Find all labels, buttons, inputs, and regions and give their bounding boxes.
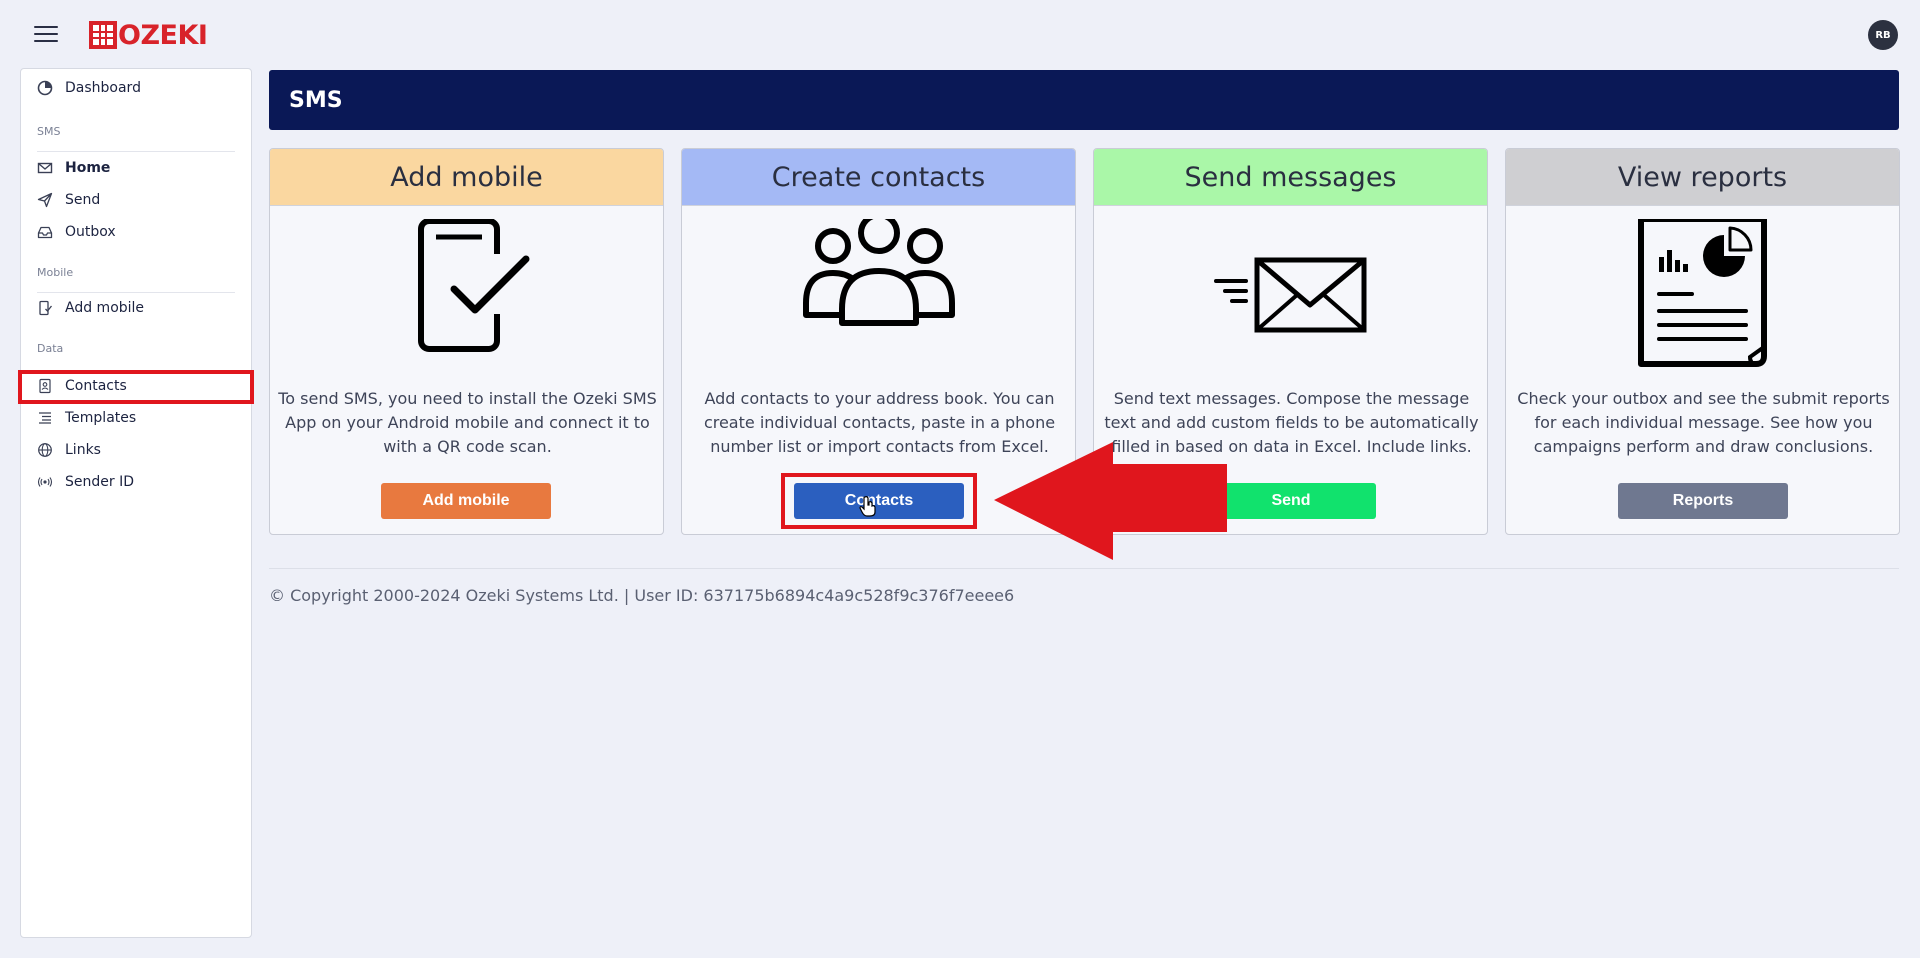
divider: [37, 151, 235, 152]
sidebar-item-label: Send: [65, 192, 101, 208]
red-arrow-annotation: [994, 442, 1227, 560]
dashboard-icon: [37, 80, 53, 96]
user-avatar[interactable]: RB: [1868, 20, 1898, 50]
phone-check-icon: [39, 300, 53, 316]
section-title-sms: SMS: [37, 125, 61, 138]
card-add-mobile: Add mobile To send SMS, you need to inst…: [269, 148, 664, 535]
envelope-icon: [37, 162, 53, 174]
sidebar-item-label: Dashboard: [65, 80, 141, 96]
section-title-data: Data: [37, 342, 64, 355]
page-header: SMS: [269, 70, 1899, 130]
card-title: Create contacts: [682, 149, 1075, 206]
phone-check-icon: [418, 219, 530, 352]
copyright-text: © Copyright 2000-2024 Ozeki Systems Ltd.…: [269, 586, 1015, 605]
contacts-highlight-annotation: [18, 370, 254, 404]
globe-icon: [38, 443, 52, 457]
sidebar-item-templates[interactable]: Templates: [21, 403, 251, 433]
reports-button[interactable]: Reports: [1618, 483, 1788, 519]
send-button[interactable]: Send: [1206, 483, 1376, 519]
card-title: View reports: [1506, 149, 1899, 206]
envelope-fast-icon: [1214, 257, 1367, 333]
card-title: Send messages: [1094, 149, 1487, 206]
sidebar-item-outbox[interactable]: Outbox: [21, 217, 251, 247]
card-view-reports: View reports Check your outbox and see t…: [1505, 148, 1900, 535]
top-bar: OZEKI RB: [0, 0, 1920, 68]
people-group-icon: [803, 219, 955, 326]
report-document-icon: [1638, 219, 1767, 367]
card-description: Check your outbox and see the submit rep…: [1517, 389, 1890, 456]
sidebar-item-dashboard[interactable]: Dashboard: [21, 73, 251, 103]
inbox-tray-icon: [37, 226, 53, 239]
page-title: SMS: [289, 87, 343, 113]
sidebar-item-send[interactable]: Send: [21, 185, 251, 215]
card-title: Add mobile: [270, 149, 663, 206]
sidebar-item-label: Outbox: [65, 224, 116, 240]
logo-text: OZEKI: [118, 19, 208, 51]
section-title-mobile: Mobile: [37, 266, 74, 279]
card-description: To send SMS, you need to install the Oze…: [278, 389, 657, 456]
ozeki-logo[interactable]: OZEKI: [89, 19, 208, 51]
sidebar-item-label: Add mobile: [65, 300, 145, 316]
add-mobile-button[interactable]: Add mobile: [381, 483, 551, 519]
paper-plane-icon: [37, 192, 53, 208]
sidebar-item-sender-id[interactable]: Sender ID: [21, 467, 251, 497]
hamburger-menu-icon[interactable]: [34, 26, 58, 44]
logo-grid-icon: [89, 21, 117, 49]
sidebar-item-label: Home: [65, 160, 111, 176]
broadcast-icon: [37, 477, 53, 487]
sidebar-item-label: Templates: [65, 410, 137, 426]
template-icon: [39, 412, 51, 424]
contacts-button-highlight-annotation: [781, 473, 977, 529]
sidebar-item-label: Links: [65, 442, 101, 458]
sidebar: Dashboard SMS Home Send Outbox Mobile Ad…: [20, 68, 252, 938]
footer-divider: [269, 568, 1899, 569]
sidebar-item-home[interactable]: Home: [21, 153, 251, 183]
sidebar-item-links[interactable]: Links: [21, 435, 251, 465]
sidebar-item-label: Sender ID: [65, 474, 134, 490]
sidebar-item-add-mobile[interactable]: Add mobile: [21, 293, 251, 323]
